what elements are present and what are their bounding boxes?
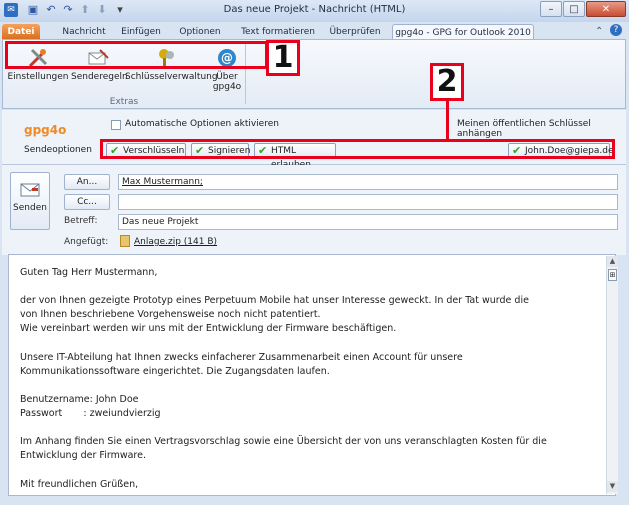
close-button[interactable]: ✕: [586, 1, 626, 17]
about-label-2: gpg4o: [212, 82, 242, 92]
key-management-label: Schlüsselverwaltung: [125, 72, 218, 82]
callout-1-number: 1: [266, 40, 300, 76]
message-body[interactable]: Guten Tag Herr Mustermann, der von Ihnen…: [8, 254, 618, 496]
callout-2-number: 2: [430, 63, 464, 101]
to-button[interactable]: An...: [64, 174, 110, 190]
help-icon[interactable]: ?: [610, 24, 622, 36]
group-name-extras: Extras: [109, 97, 139, 107]
send-label: Senden: [13, 203, 47, 213]
ribbon-tabs: Datei Nachricht Einfügen Optionen Text f…: [0, 22, 629, 41]
message-header: Senden An... Max Mustermann; Cc... Betre…: [2, 165, 626, 255]
body-line: Entwicklung der Firmware.: [20, 450, 146, 461]
auto-options-checkbox[interactable]: [111, 120, 121, 130]
send-envelope-icon: [20, 183, 40, 197]
collapse-ribbon-icon[interactable]: ⌃: [595, 26, 603, 37]
body-line: der von Ihnen gezeigte Prototyp eines Pe…: [20, 295, 529, 306]
maximize-button[interactable]: □: [563, 1, 585, 17]
tab-options[interactable]: Optionen: [177, 24, 223, 40]
minimize-button[interactable]: –: [540, 1, 562, 17]
cc-button[interactable]: Cc...: [64, 194, 110, 210]
subject-label: Betreff:: [64, 216, 98, 226]
body-line: Guten Tag Herr Mustermann,: [20, 267, 158, 278]
send-button[interactable]: Senden: [10, 172, 50, 230]
to-field[interactable]: Max Mustermann;: [118, 174, 618, 190]
title-bar: ✉ ▣ ↶ ↷ ⬆ ⬇ ▾ Das neue Projekt - Nachric…: [0, 0, 629, 23]
tab-format-text[interactable]: Text formatieren: [241, 24, 315, 40]
attached-label: Angefügt:: [64, 237, 109, 247]
body-line: von Ihnen beschriebene Vorgehensweise no…: [20, 309, 321, 320]
cc-field[interactable]: [118, 194, 618, 210]
tab-insert[interactable]: Einfügen: [118, 24, 164, 40]
body-line: Unsere IT-Abteilung hat Ihnen zwecks ein…: [20, 352, 463, 363]
tab-review[interactable]: Überprüfen: [326, 24, 384, 40]
callout-2-connector: [446, 101, 449, 141]
window-title: Das neue Projekt - Nachricht (HTML): [223, 4, 406, 15]
scroll-up-icon[interactable]: ▲: [607, 256, 618, 267]
zip-file-icon: [120, 235, 130, 247]
callout-2-highlight: [100, 139, 615, 159]
auto-options-label: Automatische Optionen aktivieren: [125, 119, 279, 129]
gpg4o-logo: gpg4o: [24, 123, 67, 137]
send-rules-label: Senderegeln: [71, 72, 128, 82]
ruler-icon[interactable]: ⊞: [608, 269, 617, 281]
settings-label: Einstellungen: [7, 72, 69, 82]
body-line: Wie vereinbart werden wir uns mit der En…: [20, 323, 397, 334]
callout-1-highlight: [5, 41, 268, 69]
tab-file[interactable]: Datei: [2, 24, 40, 40]
tab-message[interactable]: Nachricht: [58, 24, 110, 40]
body-line: Im Anhang finden Sie einen Vertragsvorsc…: [20, 436, 547, 447]
body-line: Benutzername: John Doe: [20, 394, 139, 405]
body-line: Passwort : zweiundvierzig: [20, 408, 161, 419]
send-options-label: Sendeoptionen: [24, 145, 92, 155]
body-line: Mit freundlichen Grüßen,: [20, 479, 139, 490]
attach-key-label[interactable]: Meinen öffentlichen Schlüssel anhängen: [457, 119, 626, 139]
about-label: Über: [216, 72, 238, 82]
subject-field[interactable]: Das neue Projekt: [118, 214, 618, 230]
body-line: Kommunikationssoftware eingerichtet. Die…: [20, 366, 330, 377]
scroll-down-icon[interactable]: ▼: [607, 481, 618, 492]
vertical-scrollbar[interactable]: ▲ ⊞ ▼: [606, 256, 618, 494]
attachment-link[interactable]: Anlage.zip (141 B): [134, 237, 217, 247]
